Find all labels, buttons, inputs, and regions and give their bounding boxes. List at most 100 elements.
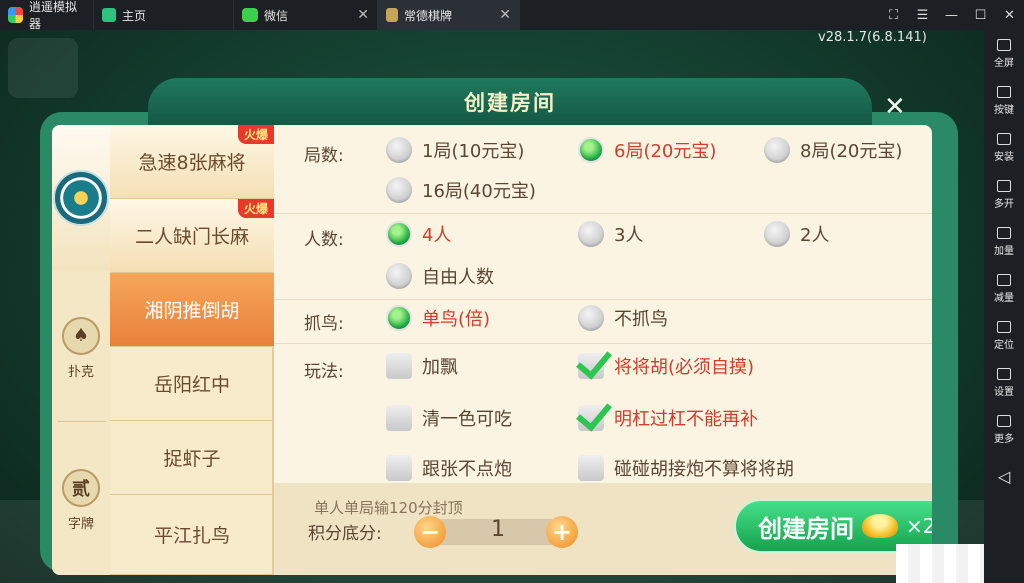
game-item-5[interactable]: 平江扎鸟: [110, 495, 274, 575]
minus-button[interactable]: −: [414, 516, 446, 548]
category-mahjong[interactable]: [52, 125, 114, 271]
category-zipai[interactable]: 贰 字牌: [52, 425, 110, 575]
tab-emulator-label: 逍遥模拟器: [28, 0, 77, 31]
rounds-option-label: 16局(40元宝): [422, 181, 536, 202]
emulator-logo-icon: [8, 7, 23, 23]
score-cap-text: 单人单局输120分封顶: [314, 499, 463, 517]
close-tab-icon[interactable]: ✕: [357, 7, 369, 23]
sidebar-item-install[interactable]: 安装: [984, 124, 1024, 171]
score-value: 1: [491, 517, 505, 542]
rule-option-0[interactable]: 加飘: [386, 353, 458, 379]
bird-option-0[interactable]: 单鸟(倍): [386, 305, 490, 331]
back-icon: ◁: [997, 467, 1011, 486]
zipai-icon: 贰: [62, 468, 100, 507]
rule-option-3[interactable]: 明杠过杠不能再补: [578, 405, 758, 431]
category-zipai-label: 字牌: [67, 516, 94, 532]
rule-option-4[interactable]: 跟张不点炮: [386, 455, 512, 481]
maximize-icon[interactable]: ☐: [966, 0, 995, 30]
dialog-title: 创建房间: [464, 91, 556, 115]
sidebar-item-label: 减量: [994, 292, 1014, 304]
sidebar-item-location[interactable]: 定位: [984, 312, 1024, 359]
window-controls: ⛶ ☰ — ☐ ✕: [879, 0, 1024, 30]
players-option-label: 4人: [422, 225, 452, 246]
wechat-icon: [242, 8, 258, 22]
rounds-option-0[interactable]: 1局(10元宝): [386, 137, 524, 163]
game-item-label: 二人缺门长麻: [134, 226, 249, 248]
sidebar-item-fullscreen[interactable]: 全屏: [984, 30, 1024, 77]
more-icon: [997, 414, 1011, 427]
sidebar-item-label: 定位: [994, 339, 1014, 351]
radio-icon: [578, 221, 604, 247]
rule-option-2[interactable]: 清一色可吃: [386, 405, 512, 431]
game-list: 急速8张麻将 火爆 二人缺门长麻 火爆 湘阴推倒胡 岳阳红中 捉虾子 平江扎鸟: [110, 125, 274, 575]
bird-option-1[interactable]: 不抓鸟: [578, 305, 668, 331]
screenshot-icon[interactable]: ⛶: [879, 0, 908, 30]
game-item-4[interactable]: 捉虾子: [110, 421, 274, 495]
minimize-icon[interactable]: —: [937, 0, 966, 30]
sidebar-item-settings[interactable]: 设置: [984, 359, 1024, 406]
players-option-label: 3人: [614, 225, 644, 246]
rounds-option-1[interactable]: 6局(20元宝): [578, 137, 716, 163]
game-item-2[interactable]: 湘阴推倒胡: [110, 273, 274, 347]
players-option-3[interactable]: 自由人数: [386, 263, 494, 289]
score-stepper: − 1 +: [414, 516, 578, 548]
game-item-label: 岳阳红中: [153, 374, 230, 396]
radio-icon: [578, 305, 604, 331]
keyboard-icon: [997, 85, 1011, 98]
radio-selected-icon: [578, 137, 604, 163]
category-divider: [58, 421, 106, 422]
version-label: v28.1.7(6.8.141): [818, 30, 927, 45]
sidebar-item-keyboard[interactable]: 按键: [984, 77, 1024, 124]
create-room-label: 创建房间: [758, 514, 854, 543]
rounds-option-3[interactable]: 16局(40元宝): [386, 177, 536, 203]
category-poker[interactable]: ♠ 扑克: [52, 275, 110, 421]
game-canvas: 创建房间 ✕ ♠ 扑克 贰 字牌 急速8张麻将 火爆 二人缺门长麻 火爆 湘阴推…: [0, 30, 984, 583]
sidebar-item-volume-down[interactable]: 减量: [984, 265, 1024, 312]
game-item-label: 平江扎鸟: [153, 525, 230, 547]
multi-instance-icon: [997, 179, 1011, 192]
apk-install-icon: [997, 132, 1011, 145]
menu-icon[interactable]: ☰: [908, 0, 937, 30]
sidebar-item-label: 按键: [994, 104, 1014, 116]
tab-game[interactable]: 常德棋牌 ✕: [378, 0, 520, 30]
sidebar-item-volume-up[interactable]: 加量: [984, 218, 1024, 265]
sidebar-item-label: 加量: [994, 245, 1014, 257]
rule-option-1[interactable]: 将将胡(必须自摸): [578, 353, 754, 379]
game-icon: [386, 8, 398, 22]
gold-ingot-icon: [862, 514, 898, 538]
players-option-2[interactable]: 2人: [764, 221, 829, 247]
players-option-label: 2人: [800, 225, 830, 246]
players-option-1[interactable]: 3人: [578, 221, 643, 247]
players-label: 人数:: [304, 230, 344, 250]
sidebar-item-more[interactable]: 更多: [984, 406, 1024, 453]
game-item-3[interactable]: 岳阳红中: [110, 347, 274, 421]
rule-option-5[interactable]: 碰碰胡接炮不算将将胡: [578, 455, 794, 481]
sidebar-item-multi[interactable]: 多开: [984, 171, 1024, 218]
close-window-icon[interactable]: ✕: [995, 0, 1024, 30]
rule-option-label: 明杠过杠不能再补: [614, 409, 758, 430]
checkbox-icon: [386, 405, 412, 431]
category-column: ♠ 扑克 贰 字牌: [52, 125, 114, 575]
tab-home[interactable]: 主页: [94, 0, 234, 30]
checkbox-checked-icon: [578, 405, 604, 431]
bird-option-label: 不抓鸟: [614, 309, 668, 330]
game-item-0[interactable]: 急速8张麻将 火爆: [110, 125, 274, 199]
hot-badge: 火爆: [237, 199, 274, 218]
players-option-0[interactable]: 4人: [386, 221, 451, 247]
close-tab-icon[interactable]: ✕: [499, 7, 511, 23]
plus-button[interactable]: +: [546, 516, 578, 548]
tab-wechat[interactable]: 微信 ✕: [234, 0, 378, 30]
category-mahjong-body: [52, 125, 110, 271]
rounds-option-label: 1局(10元宝): [422, 141, 525, 162]
game-item-1[interactable]: 二人缺门长麻 火爆: [110, 199, 274, 273]
tab-emulator[interactable]: 逍遥模拟器: [0, 0, 94, 31]
back-button[interactable]: ◁: [984, 453, 1024, 500]
sidebar-item-label: 更多: [994, 433, 1014, 445]
rule-option-label: 将将胡(必须自摸): [614, 357, 755, 378]
radio-icon: [764, 221, 790, 247]
rule-option-label: 清一色可吃: [422, 409, 512, 430]
close-dialog-icon[interactable]: ✕: [884, 92, 906, 122]
radio-selected-icon: [386, 305, 412, 331]
rounds-option-2[interactable]: 8局(20元宝): [764, 137, 902, 163]
mahjong-icon: [53, 170, 109, 226]
